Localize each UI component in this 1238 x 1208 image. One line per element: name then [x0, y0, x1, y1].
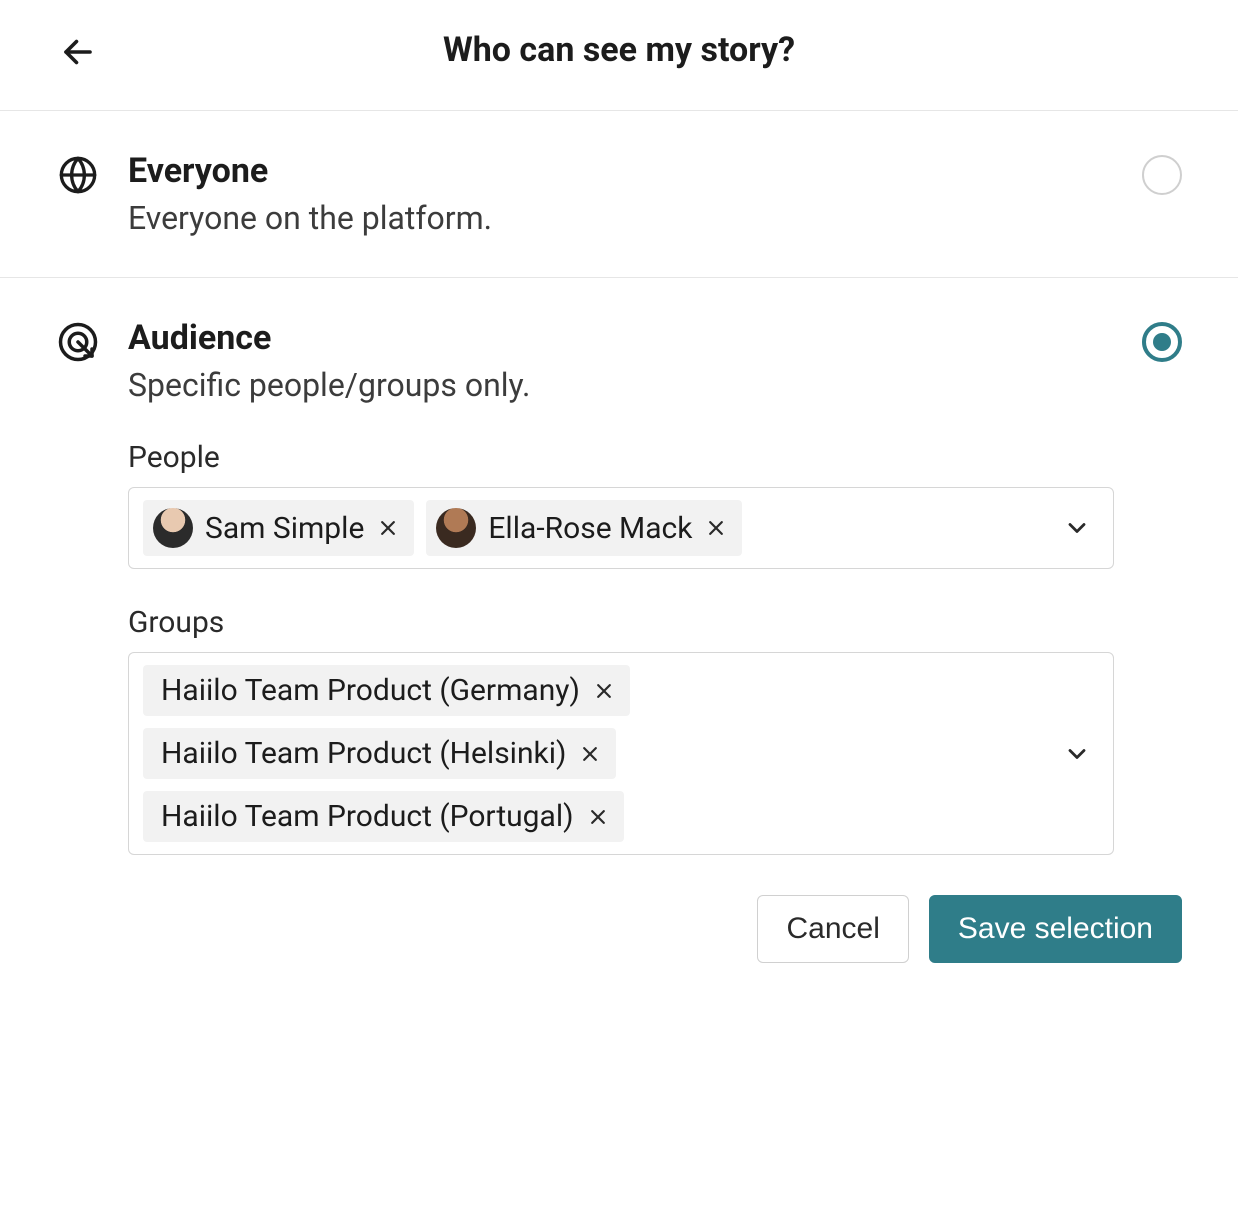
- group-chip: Haiilo Team Product (Germany): [143, 665, 630, 716]
- back-button[interactable]: [56, 30, 100, 74]
- visibility-option-audience[interactable]: Audience Specific people/groups only. Pe…: [0, 278, 1238, 855]
- chevron-down-icon: [1063, 514, 1091, 542]
- dialog-footer: Cancel Save selection: [0, 855, 1238, 963]
- remove-chip-button[interactable]: [704, 516, 728, 540]
- group-chip: Haiilo Team Product (Portugal): [143, 791, 624, 842]
- option-title: Everyone: [128, 151, 1114, 191]
- chip-label: Sam Simple: [205, 511, 364, 546]
- people-chips: Sam Simple Ella-Rose Mack: [143, 500, 1099, 556]
- dialog-title: Who can see my story?: [56, 30, 1182, 70]
- person-chip: Ella-Rose Mack: [426, 500, 742, 556]
- chip-label: Haiilo Team Product (Portugal): [161, 799, 574, 834]
- avatar: [436, 508, 476, 548]
- chip-label: Haiilo Team Product (Helsinki): [161, 736, 566, 771]
- option-description: Everyone on the platform.: [128, 199, 1114, 237]
- target-icon: [56, 320, 100, 364]
- close-icon: [580, 744, 600, 764]
- group-chip: Haiilo Team Product (Helsinki): [143, 728, 616, 779]
- chip-label: Ella-Rose Mack: [488, 511, 692, 546]
- chevron-down-icon: [1063, 740, 1091, 768]
- people-label: People: [128, 440, 1114, 475]
- groups-chips: Haiilo Team Product (Germany) Haiilo Tea…: [143, 665, 1043, 842]
- groups-selector[interactable]: Haiilo Team Product (Germany) Haiilo Tea…: [128, 652, 1114, 855]
- option-body: Everyone Everyone on the platform.: [128, 151, 1114, 237]
- radio-audience[interactable]: [1142, 322, 1182, 362]
- remove-chip-button[interactable]: [376, 516, 400, 540]
- visibility-option-everyone[interactable]: Everyone Everyone on the platform.: [0, 111, 1238, 278]
- option-title: Audience: [128, 318, 1114, 358]
- remove-chip-button[interactable]: [578, 742, 602, 766]
- remove-chip-button[interactable]: [592, 679, 616, 703]
- close-icon: [588, 807, 608, 827]
- expand-groups-button[interactable]: [1059, 736, 1095, 772]
- chip-label: Haiilo Team Product (Germany): [161, 673, 580, 708]
- dialog-header: Who can see my story?: [0, 0, 1238, 111]
- close-icon: [594, 681, 614, 701]
- globe-icon: [56, 153, 100, 197]
- person-chip: Sam Simple: [143, 500, 414, 556]
- arrow-left-icon: [60, 34, 96, 70]
- expand-people-button[interactable]: [1059, 510, 1095, 546]
- people-selector[interactable]: Sam Simple Ella-Rose Mack: [128, 487, 1114, 569]
- option-body: Audience Specific people/groups only. Pe…: [128, 318, 1114, 855]
- option-description: Specific people/groups only.: [128, 366, 1114, 404]
- close-icon: [706, 518, 726, 538]
- remove-chip-button[interactable]: [586, 805, 610, 829]
- radio-everyone[interactable]: [1142, 155, 1182, 195]
- groups-label: Groups: [128, 605, 1114, 640]
- cancel-button[interactable]: Cancel: [757, 895, 908, 963]
- close-icon: [378, 518, 398, 538]
- save-button[interactable]: Save selection: [929, 895, 1182, 963]
- avatar: [153, 508, 193, 548]
